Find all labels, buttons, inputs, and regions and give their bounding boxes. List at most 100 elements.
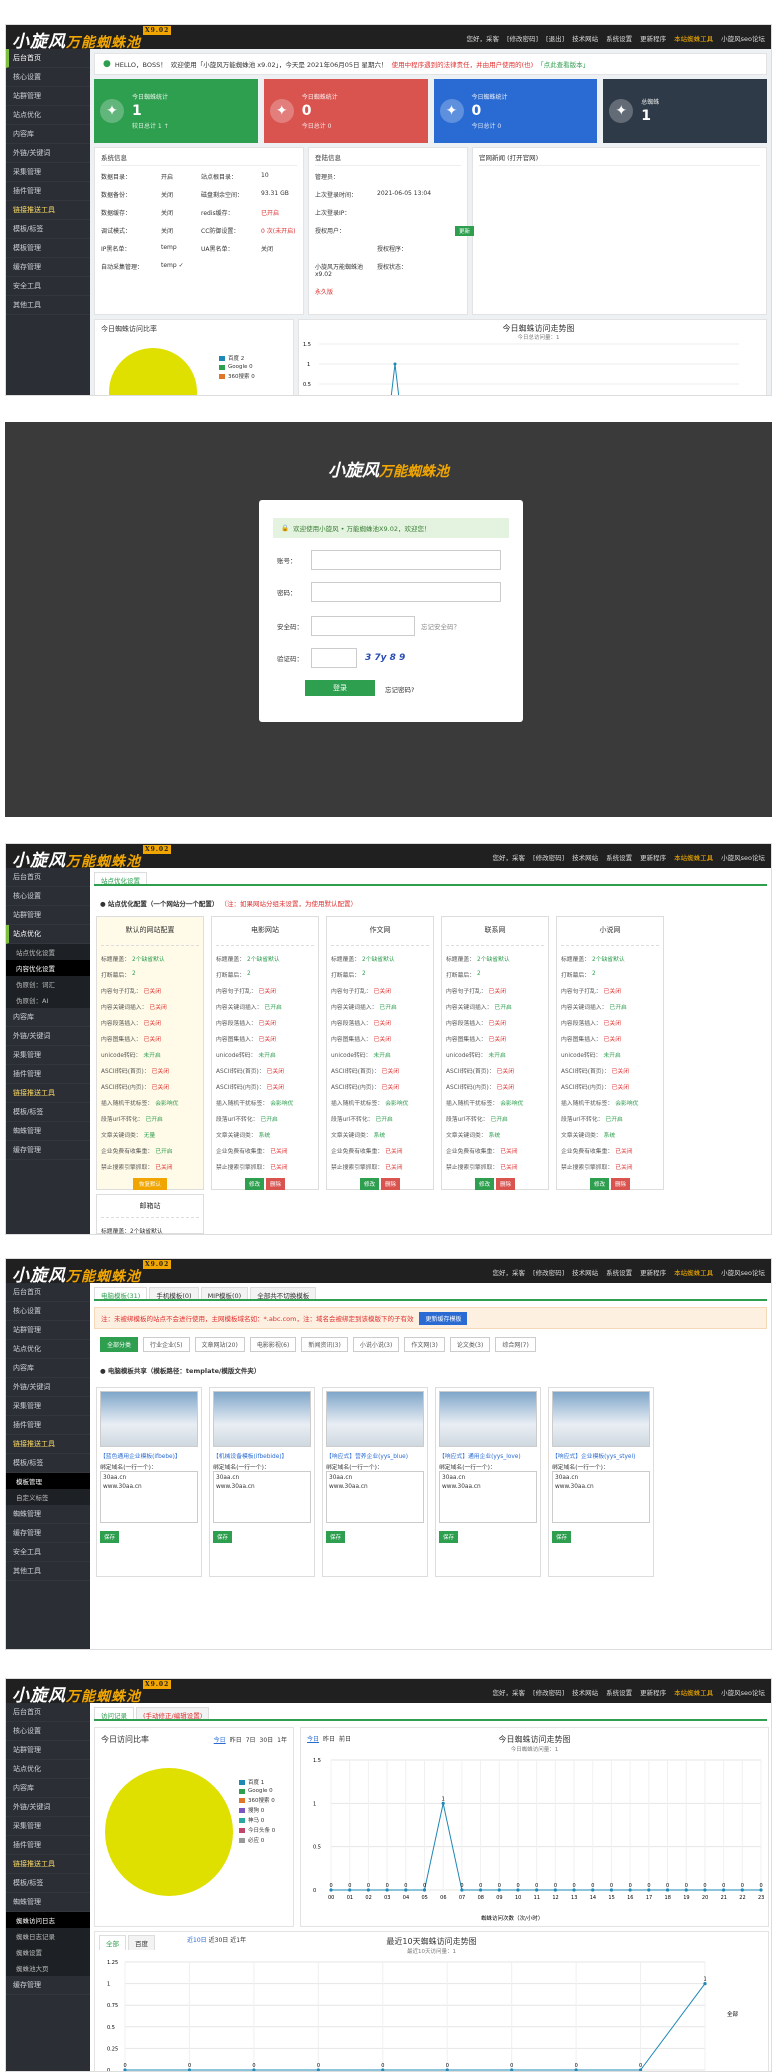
sidebar-item[interactable]: 链接推送工具: [6, 201, 90, 220]
sidebar-item[interactable]: 插件管理: [6, 1836, 90, 1855]
pie-range-tab[interactable]: 昨日: [230, 1735, 242, 1744]
pie-range-tab[interactable]: 7日: [246, 1735, 256, 1744]
sidebar-item[interactable]: 链接推送工具: [6, 1084, 90, 1103]
template-name[interactable]: 【响应式】营养企业(yys_blue): [326, 1451, 424, 1460]
sidebar-item[interactable]: 自定义标签: [6, 1489, 90, 1505]
nav-update[interactable]: 更新程序: [640, 33, 666, 43]
sidebar-item[interactable]: 外链/关键词: [6, 1027, 90, 1046]
category-chip[interactable]: 全部分类: [100, 1337, 139, 1352]
category-chip[interactable]: 行业企业(5): [143, 1337, 190, 1352]
sidebar-item[interactable]: 模板/标签: [6, 1454, 90, 1473]
bind-domains-textarea[interactable]: 30aa.cn www.30aa.cn: [552, 1471, 650, 1523]
edit-button[interactable]: 修改: [244, 1178, 264, 1190]
sidebar-item[interactable]: 伪原创：AI: [6, 992, 90, 1008]
sidebar-item[interactable]: 外链/关键词: [6, 1798, 90, 1817]
template-thumbnail[interactable]: [100, 1391, 198, 1447]
bind-domains-textarea[interactable]: 30aa.cn www.30aa.cn: [100, 1471, 198, 1523]
sidebar-item[interactable]: 缓存管理: [6, 1976, 90, 1995]
nav-settings[interactable]: 系统设置: [606, 1687, 632, 1697]
sidebar-item[interactable]: 蜘蛛日志记录: [6, 1928, 90, 1944]
template-name[interactable]: 【蓝色通用企业模板(ifbebe)】: [100, 1451, 198, 1460]
nav-forum[interactable]: 小旋风seo论坛: [721, 33, 765, 43]
sidebar-item[interactable]: 蜘蛛设置: [6, 1944, 90, 1960]
sidebar-item[interactable]: 核心设置: [6, 887, 90, 906]
username-input[interactable]: [311, 550, 501, 570]
sidebar-item[interactable]: 站点优化: [6, 106, 90, 125]
forgot-password-link[interactable]: 忘记密码?: [385, 684, 414, 694]
panel-title[interactable]: 官网新闻 (打开官网): [479, 152, 760, 166]
sidebar-item[interactable]: 插件管理: [6, 1065, 90, 1084]
refresh-template-button[interactable]: 更新缓存模板: [419, 1311, 468, 1325]
nav-spider-tool[interactable]: 本站蜘蛛工具: [674, 1687, 713, 1697]
password-input[interactable]: [311, 582, 501, 602]
change-password-link[interactable]: [修改密码]: [533, 1267, 564, 1277]
sidebar-item[interactable]: 内容库: [6, 125, 90, 144]
category-chip[interactable]: 文章网站(20): [194, 1337, 245, 1352]
sidebar-item[interactable]: 安全工具: [6, 1543, 90, 1562]
sidebar-item[interactable]: 蜘蛛管理: [6, 1505, 90, 1524]
category-chip[interactable]: 综合网(7): [495, 1337, 536, 1352]
change-password-link[interactable]: [修改密码]: [533, 1687, 564, 1697]
sidebar-item[interactable]: 插件管理: [6, 182, 90, 201]
template-name[interactable]: 【响应式】企业模板(yys_styel): [552, 1451, 650, 1460]
nav-forum[interactable]: 小旋风seo论坛: [721, 1267, 765, 1277]
category-chip[interactable]: 论文类(3): [449, 1337, 491, 1352]
sidebar-item[interactable]: 模板管理: [6, 239, 90, 258]
pie-range-tab[interactable]: 今日: [214, 1735, 226, 1744]
save-button[interactable]: 保存: [326, 1531, 346, 1543]
nav-tech-site[interactable]: 技术网站: [572, 852, 598, 862]
sidebar-item[interactable]: 站点优化: [6, 1760, 90, 1779]
logout-link[interactable]: [退出]: [546, 33, 564, 43]
sidebar-item[interactable]: 链接推送工具: [6, 1435, 90, 1454]
tab-visit-log[interactable]: 访问记录: [94, 1707, 134, 1720]
template-tab[interactable]: 手机模板(0): [149, 1287, 199, 1300]
nav-spider-tool[interactable]: 本站蜘蛛工具: [674, 33, 713, 43]
delete-button[interactable]: 删除: [266, 1178, 286, 1190]
nav-tech-site[interactable]: 技术网站: [572, 1267, 598, 1277]
bind-domains-textarea[interactable]: 30aa.cn www.30aa.cn: [213, 1471, 311, 1523]
sidebar-item[interactable]: 模板/标签: [6, 220, 90, 239]
sidebar-item[interactable]: 核心设置: [6, 68, 90, 87]
sidebar-item[interactable]: 后台首页: [6, 1283, 90, 1302]
sidebar-item[interactable]: 其他工具: [6, 296, 90, 315]
bind-domains-textarea[interactable]: 30aa.cn www.30aa.cn: [439, 1471, 537, 1523]
sidebar-item[interactable]: 采集管理: [6, 1817, 90, 1836]
sidebar-item[interactable]: 采集管理: [6, 1046, 90, 1065]
sidebar-item[interactable]: 站群管理: [6, 87, 90, 106]
template-name[interactable]: 【响应式】通用企业(yys_love): [439, 1451, 537, 1460]
nav-tech-site[interactable]: 技术网站: [572, 1687, 598, 1697]
template-thumbnail[interactable]: [552, 1391, 650, 1447]
edit-button[interactable]: 修改: [359, 1178, 379, 1190]
sidebar-item[interactable]: 外链/关键词: [6, 1378, 90, 1397]
nav-update[interactable]: 更新程序: [640, 1687, 666, 1697]
sidebar-item[interactable]: 蜘蛛管理: [6, 1122, 90, 1141]
template-tab[interactable]: MIP模板(0): [200, 1287, 249, 1300]
sidebar-item[interactable]: 采集管理: [6, 163, 90, 182]
sidebar-item[interactable]: 采集管理: [6, 1397, 90, 1416]
save-button[interactable]: 保存: [100, 1531, 120, 1543]
tab-manual-settings[interactable]: (手动修正/编辑设置): [136, 1707, 210, 1720]
save-button[interactable]: 保存: [439, 1531, 459, 1543]
sidebar-item[interactable]: 后台首页: [6, 1703, 90, 1722]
nav-settings[interactable]: 系统设置: [606, 852, 632, 862]
tab-site-optimize[interactable]: 站点优化设置: [94, 872, 147, 885]
sidebar-item[interactable]: 蜘蛛管理: [6, 1893, 90, 1912]
nav-forum[interactable]: 小旋风seo论坛: [721, 852, 765, 862]
delete-button[interactable]: 删除: [611, 1178, 631, 1190]
category-chip[interactable]: 电影影视(6): [249, 1337, 297, 1352]
version-link[interactable]: 「点此查看版本」: [537, 59, 589, 69]
login-button[interactable]: 登录: [305, 680, 375, 696]
template-thumbnail[interactable]: [326, 1391, 424, 1447]
sidebar-item[interactable]: 站群管理: [6, 906, 90, 925]
category-chip[interactable]: 小说小说(3): [352, 1337, 400, 1352]
sidebar-item[interactable]: 站点优化设置: [6, 944, 90, 960]
bind-domains-textarea[interactable]: 30aa.cn www.30aa.cn: [326, 1471, 424, 1523]
nav-tech-site[interactable]: 技术网站: [572, 33, 598, 43]
sidebar-item[interactable]: 外链/关键词: [6, 144, 90, 163]
category-chip[interactable]: 新闻资讯(3): [301, 1337, 348, 1352]
delete-button[interactable]: 删除: [381, 1178, 401, 1190]
sidebar-item[interactable]: 内容优化设置: [6, 960, 90, 976]
nav-settings[interactable]: 系统设置: [606, 1267, 632, 1277]
nav-spider-tool[interactable]: 本站蜘蛛工具: [674, 852, 713, 862]
safecode-input[interactable]: [311, 616, 415, 636]
